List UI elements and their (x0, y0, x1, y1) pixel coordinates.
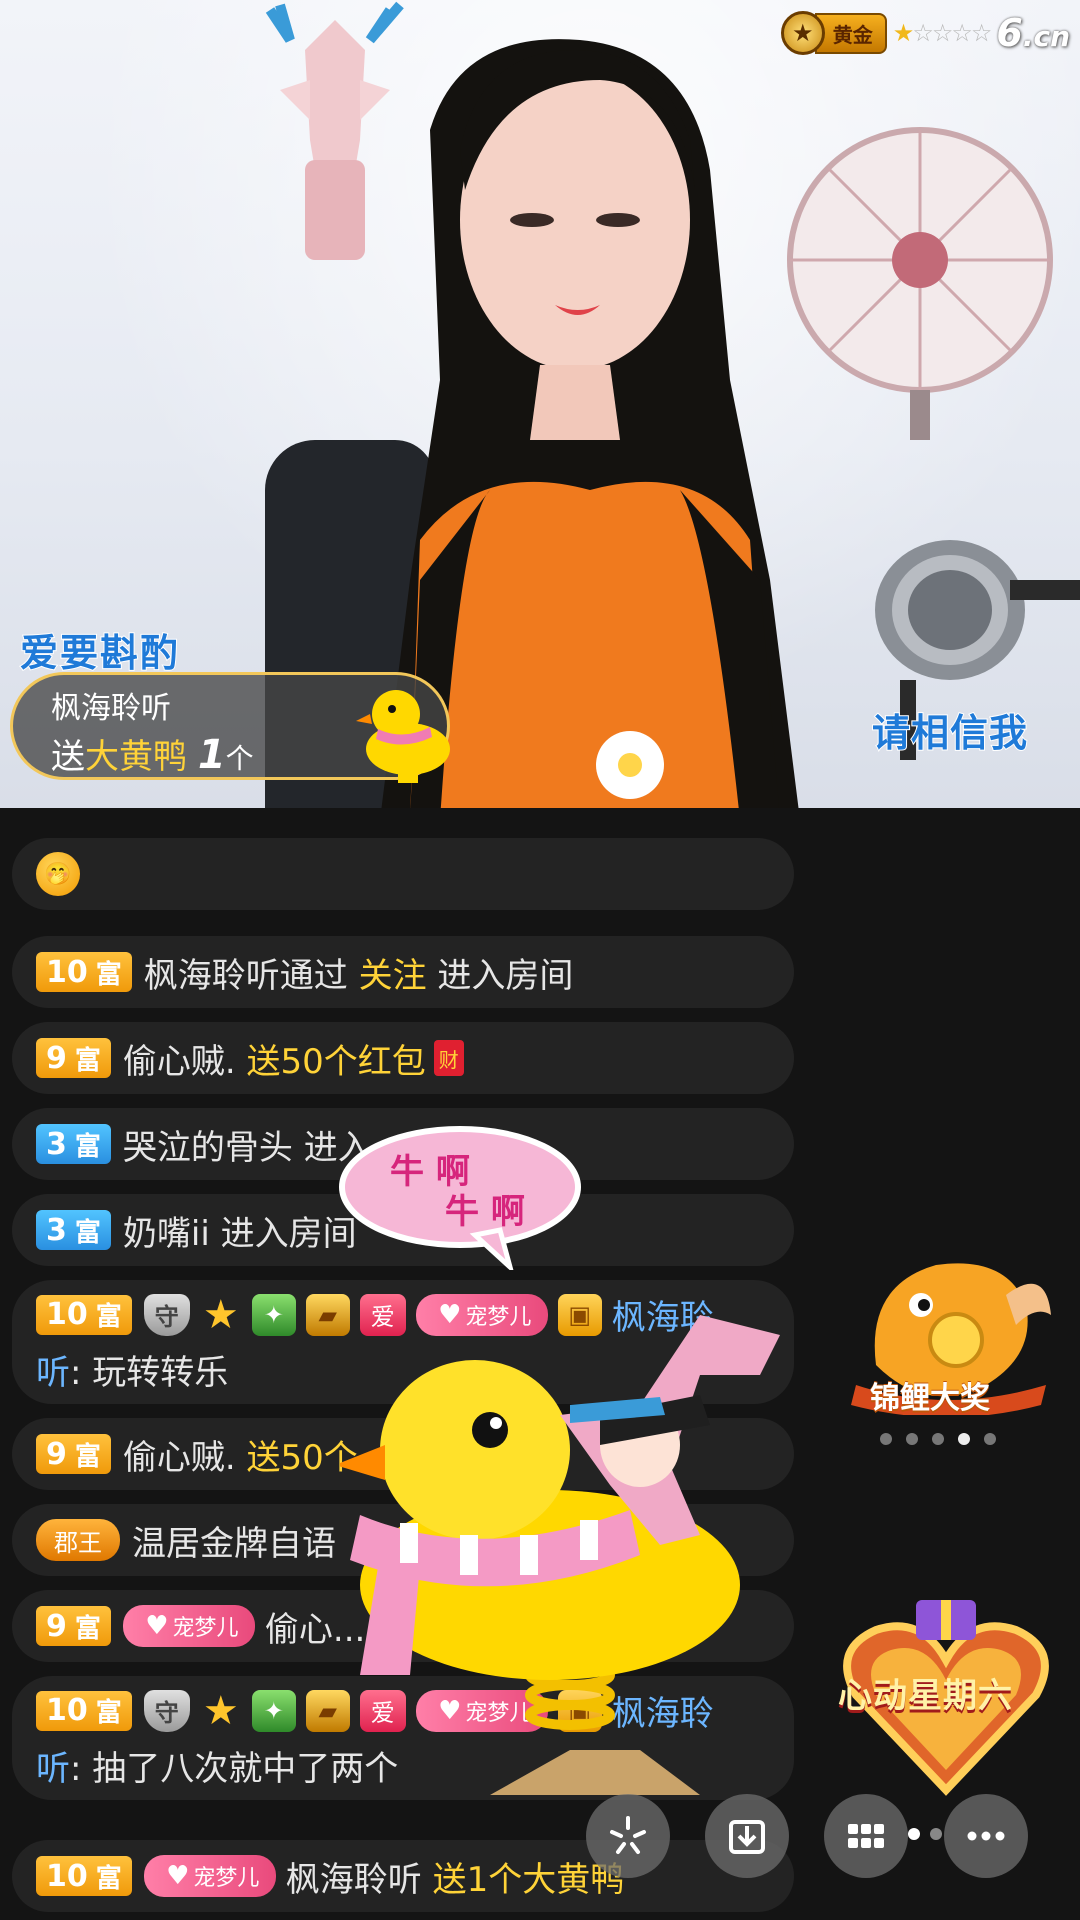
pager-dot-active[interactable] (958, 1433, 970, 1445)
heart-event-label[interactable]: 心动星期六 (838, 1668, 1013, 1717)
download-icon (729, 1820, 765, 1854)
more-icon (967, 1831, 1005, 1841)
video-caption-left: 爱要斟酌 (19, 630, 181, 676)
title-badge: 郡王 (36, 1519, 120, 1561)
guard-shield-icon: 守 (143, 1689, 190, 1732)
username[interactable]: 偷心贼. (123, 1034, 236, 1083)
guard-shield-icon: 守 (143, 1293, 190, 1336)
room-rank-area: ★ 黄金 ★☆☆☆☆ 6.cn (780, 8, 1070, 58)
rank-stars: ★☆☆☆☆ (892, 19, 993, 47)
pet-badge: ♥ 宠梦儿 (122, 1605, 255, 1647)
speech-bubble-text-2: 牛 啊 (445, 1192, 525, 1232)
gift-sender: 枫海聆听 (51, 691, 171, 726)
gift-notification: 枫海聆听 送大黄鸭 1个 (10, 672, 450, 783)
chat-message: 🤭 (12, 838, 794, 910)
rank-label: 黄金 (814, 12, 887, 54)
wealth-level-badge: 9富 (36, 1434, 111, 1474)
star-badge-icon: ★ (202, 1687, 239, 1734)
emoji-icon: 🤭 (36, 852, 80, 896)
wealth-level-badge: 9富 (36, 1038, 111, 1078)
grid-menu-button[interactable] (824, 1794, 908, 1878)
username[interactable]: 枫海聆听 (144, 948, 280, 997)
pager-dot[interactable] (906, 1433, 918, 1445)
rank-star-icon: ★ (780, 11, 825, 55)
site-logo: 6.cn (996, 11, 1070, 55)
star-badge-icon: ★ (202, 1291, 239, 1338)
username[interactable]: 哭泣的骨头 (123, 1120, 293, 1169)
koi-prize-label[interactable]: 锦鲤大奖 (870, 1373, 990, 1417)
pager-dot[interactable] (932, 1433, 944, 1445)
rank-badge[interactable]: ★ 黄金 (780, 11, 887, 55)
banner-pager (880, 1433, 996, 1445)
gift-name: 大黄鸭 (85, 737, 187, 777)
toolbar-page-indicator (908, 1828, 942, 1840)
gift-description: 送大黄鸭 1个 (51, 732, 254, 778)
sparkle-icon (610, 1816, 646, 1854)
pager-dot[interactable] (984, 1433, 996, 1445)
more-button[interactable] (944, 1794, 1028, 1878)
medal-icon: ✦ (251, 1293, 296, 1336)
pager-dot[interactable] (880, 1433, 892, 1445)
username[interactable]: 奶嘴ii (123, 1206, 210, 1255)
rubber-duck-icon (356, 690, 450, 783)
red-envelope-icon: 财 (433, 1040, 464, 1076)
download-button[interactable] (705, 1794, 789, 1878)
wealth-level-badge: 10 富 (36, 1856, 132, 1896)
gift-count: 1 (197, 732, 226, 778)
username[interactable]: 偷心贼. (123, 1430, 236, 1479)
username[interactable]: 温居金牌自语 (132, 1516, 336, 1565)
chat-message: 10 富 枫海聆听 通过 关注 进入房间 (12, 936, 794, 1008)
wealth-level-badge: 10 富 (36, 952, 132, 992)
wealth-level-badge: 3富 (36, 1210, 111, 1250)
grid-icon (848, 1824, 884, 1848)
speech-bubble-sticker: 牛 啊 牛 啊 (339, 1126, 581, 1270)
medal-icon: ✦ (251, 1689, 296, 1732)
duck-gift-animation (340, 1315, 780, 1795)
wealth-level-badge: 9富 (36, 1606, 111, 1646)
effects-button[interactable] (586, 1794, 670, 1878)
video-caption-right: 请相信我 (871, 710, 1029, 756)
wealth-level-badge: 10 富 (36, 1294, 132, 1335)
chat-message: 9富 偷心贼. 送50个红包 财 (12, 1022, 794, 1094)
wealth-level-badge: 3富 (36, 1124, 111, 1164)
wealth-level-badge: 10 富 (36, 1690, 132, 1731)
chat-message: 10 富 ♥ 宠梦儿 枫海聆听 送1个大黄鸭 (12, 1840, 794, 1912)
live-video[interactable]: ★ 黄金 ★☆☆☆☆ 6.cn 爱要斟酌 请相信我 枫海聆听 送大黄鸭 1个 (0, 0, 1080, 808)
pet-badge: ♥ 宠梦儿 (143, 1855, 276, 1897)
username[interactable]: 枫海聆听 (286, 1852, 422, 1901)
speech-bubble-text-1: 牛 啊 (390, 1152, 470, 1192)
